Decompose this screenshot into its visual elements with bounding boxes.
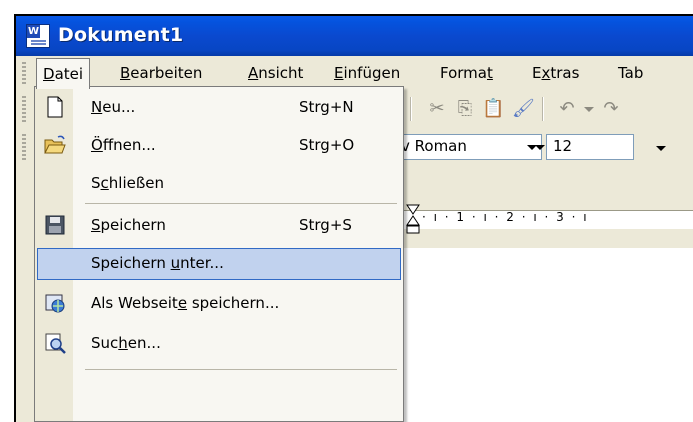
floppy-disk-icon bbox=[45, 215, 65, 235]
style-dropdown-icon[interactable] bbox=[656, 146, 666, 151]
word-document-icon[interactable]: W bbox=[26, 24, 50, 48]
ruler-scale: · ı · 1 · ı · 2 · ı · 3 · ı bbox=[422, 210, 589, 224]
menu-datei[interactable]: Datei bbox=[36, 58, 91, 89]
indent-marker-icon[interactable] bbox=[406, 204, 420, 238]
format-painter-icon[interactable]: 🖌 bbox=[512, 98, 535, 120]
menu-bearbeiten[interactable]: Bearbeiten bbox=[114, 62, 208, 84]
search-icon bbox=[45, 333, 66, 354]
menu-item-speichern[interactable]: Speichern Strg+S bbox=[35, 209, 403, 243]
menu-item-label: Schließen bbox=[91, 174, 165, 192]
font-name-value: v Roman bbox=[401, 137, 467, 155]
menu-item-shortcut: Strg+N bbox=[299, 98, 354, 116]
menu-item-label: Speichern unter... bbox=[91, 254, 224, 272]
menu-item-oeffnen[interactable]: Öffnen... Strg+O bbox=[35, 129, 403, 163]
font-size-dropdown-icon[interactable] bbox=[535, 145, 545, 150]
menu-item-schliessen[interactable]: Schließen bbox=[35, 167, 403, 201]
menu-item-neu[interactable]: Neu... Strg+N bbox=[35, 91, 403, 125]
new-document-icon bbox=[47, 96, 63, 118]
toolbar-grip[interactable] bbox=[22, 134, 26, 160]
menu-extras[interactable]: Extras bbox=[526, 62, 585, 84]
menu-item-label: Speichern bbox=[91, 216, 166, 234]
menu-separator bbox=[85, 369, 397, 370]
undo-dropdown-icon[interactable] bbox=[584, 107, 594, 112]
menu-einfuegen[interactable]: Einfügen bbox=[328, 62, 406, 84]
menu-item-speichern-unter[interactable]: Speichern unter... bbox=[35, 247, 403, 281]
open-folder-icon bbox=[44, 135, 66, 154]
redo-icon[interactable]: ↷ bbox=[600, 98, 622, 120]
menu-item-label: Als Webseite speichern... bbox=[91, 294, 280, 312]
toolbar-separator bbox=[542, 97, 543, 121]
cut-icon[interactable]: ✂ bbox=[426, 98, 448, 120]
menubar-grip[interactable] bbox=[22, 62, 26, 86]
font-size-box[interactable]: 12 bbox=[535, 134, 634, 160]
undo-icon[interactable]: ↶ bbox=[556, 98, 578, 120]
menu-item-als-webseite-speichern[interactable]: Als Webseite speichern... bbox=[35, 287, 403, 321]
menu-item-shortcut: Strg+O bbox=[299, 136, 355, 154]
file-menu: Neu... Strg+N Öffnen... Strg+O Schließen… bbox=[34, 86, 404, 422]
web-page-icon bbox=[45, 294, 65, 313]
menu-tabelle[interactable]: Tab bbox=[612, 62, 649, 84]
menu-separator bbox=[85, 203, 397, 204]
window-title: Dokument1 bbox=[58, 24, 184, 46]
font-name-box[interactable]: v Roman bbox=[396, 134, 542, 160]
menu-ansicht[interactable]: Ansicht bbox=[242, 62, 309, 84]
menu-item-suchen[interactable]: Suchen... bbox=[35, 327, 403, 361]
menu-format[interactable]: Format bbox=[434, 62, 499, 84]
paste-icon[interactable]: 📋 bbox=[482, 98, 504, 120]
menu-item-label: Neu... bbox=[91, 98, 136, 116]
toolbar-separator bbox=[410, 97, 411, 121]
copy-icon[interactable]: ⎘ bbox=[454, 98, 476, 120]
horizontal-ruler[interactable]: · ı · 1 · ı · 2 · ı · 3 · ı bbox=[400, 204, 693, 234]
menu-item-shortcut: Strg+S bbox=[299, 216, 352, 234]
font-size-value: 12 bbox=[553, 137, 573, 155]
toolbar-grip[interactable] bbox=[22, 96, 26, 122]
title-bar: W Dokument1 bbox=[16, 16, 693, 56]
menu-item-label: Suchen... bbox=[91, 334, 161, 352]
menu-item-label: Öffnen... bbox=[91, 136, 156, 154]
